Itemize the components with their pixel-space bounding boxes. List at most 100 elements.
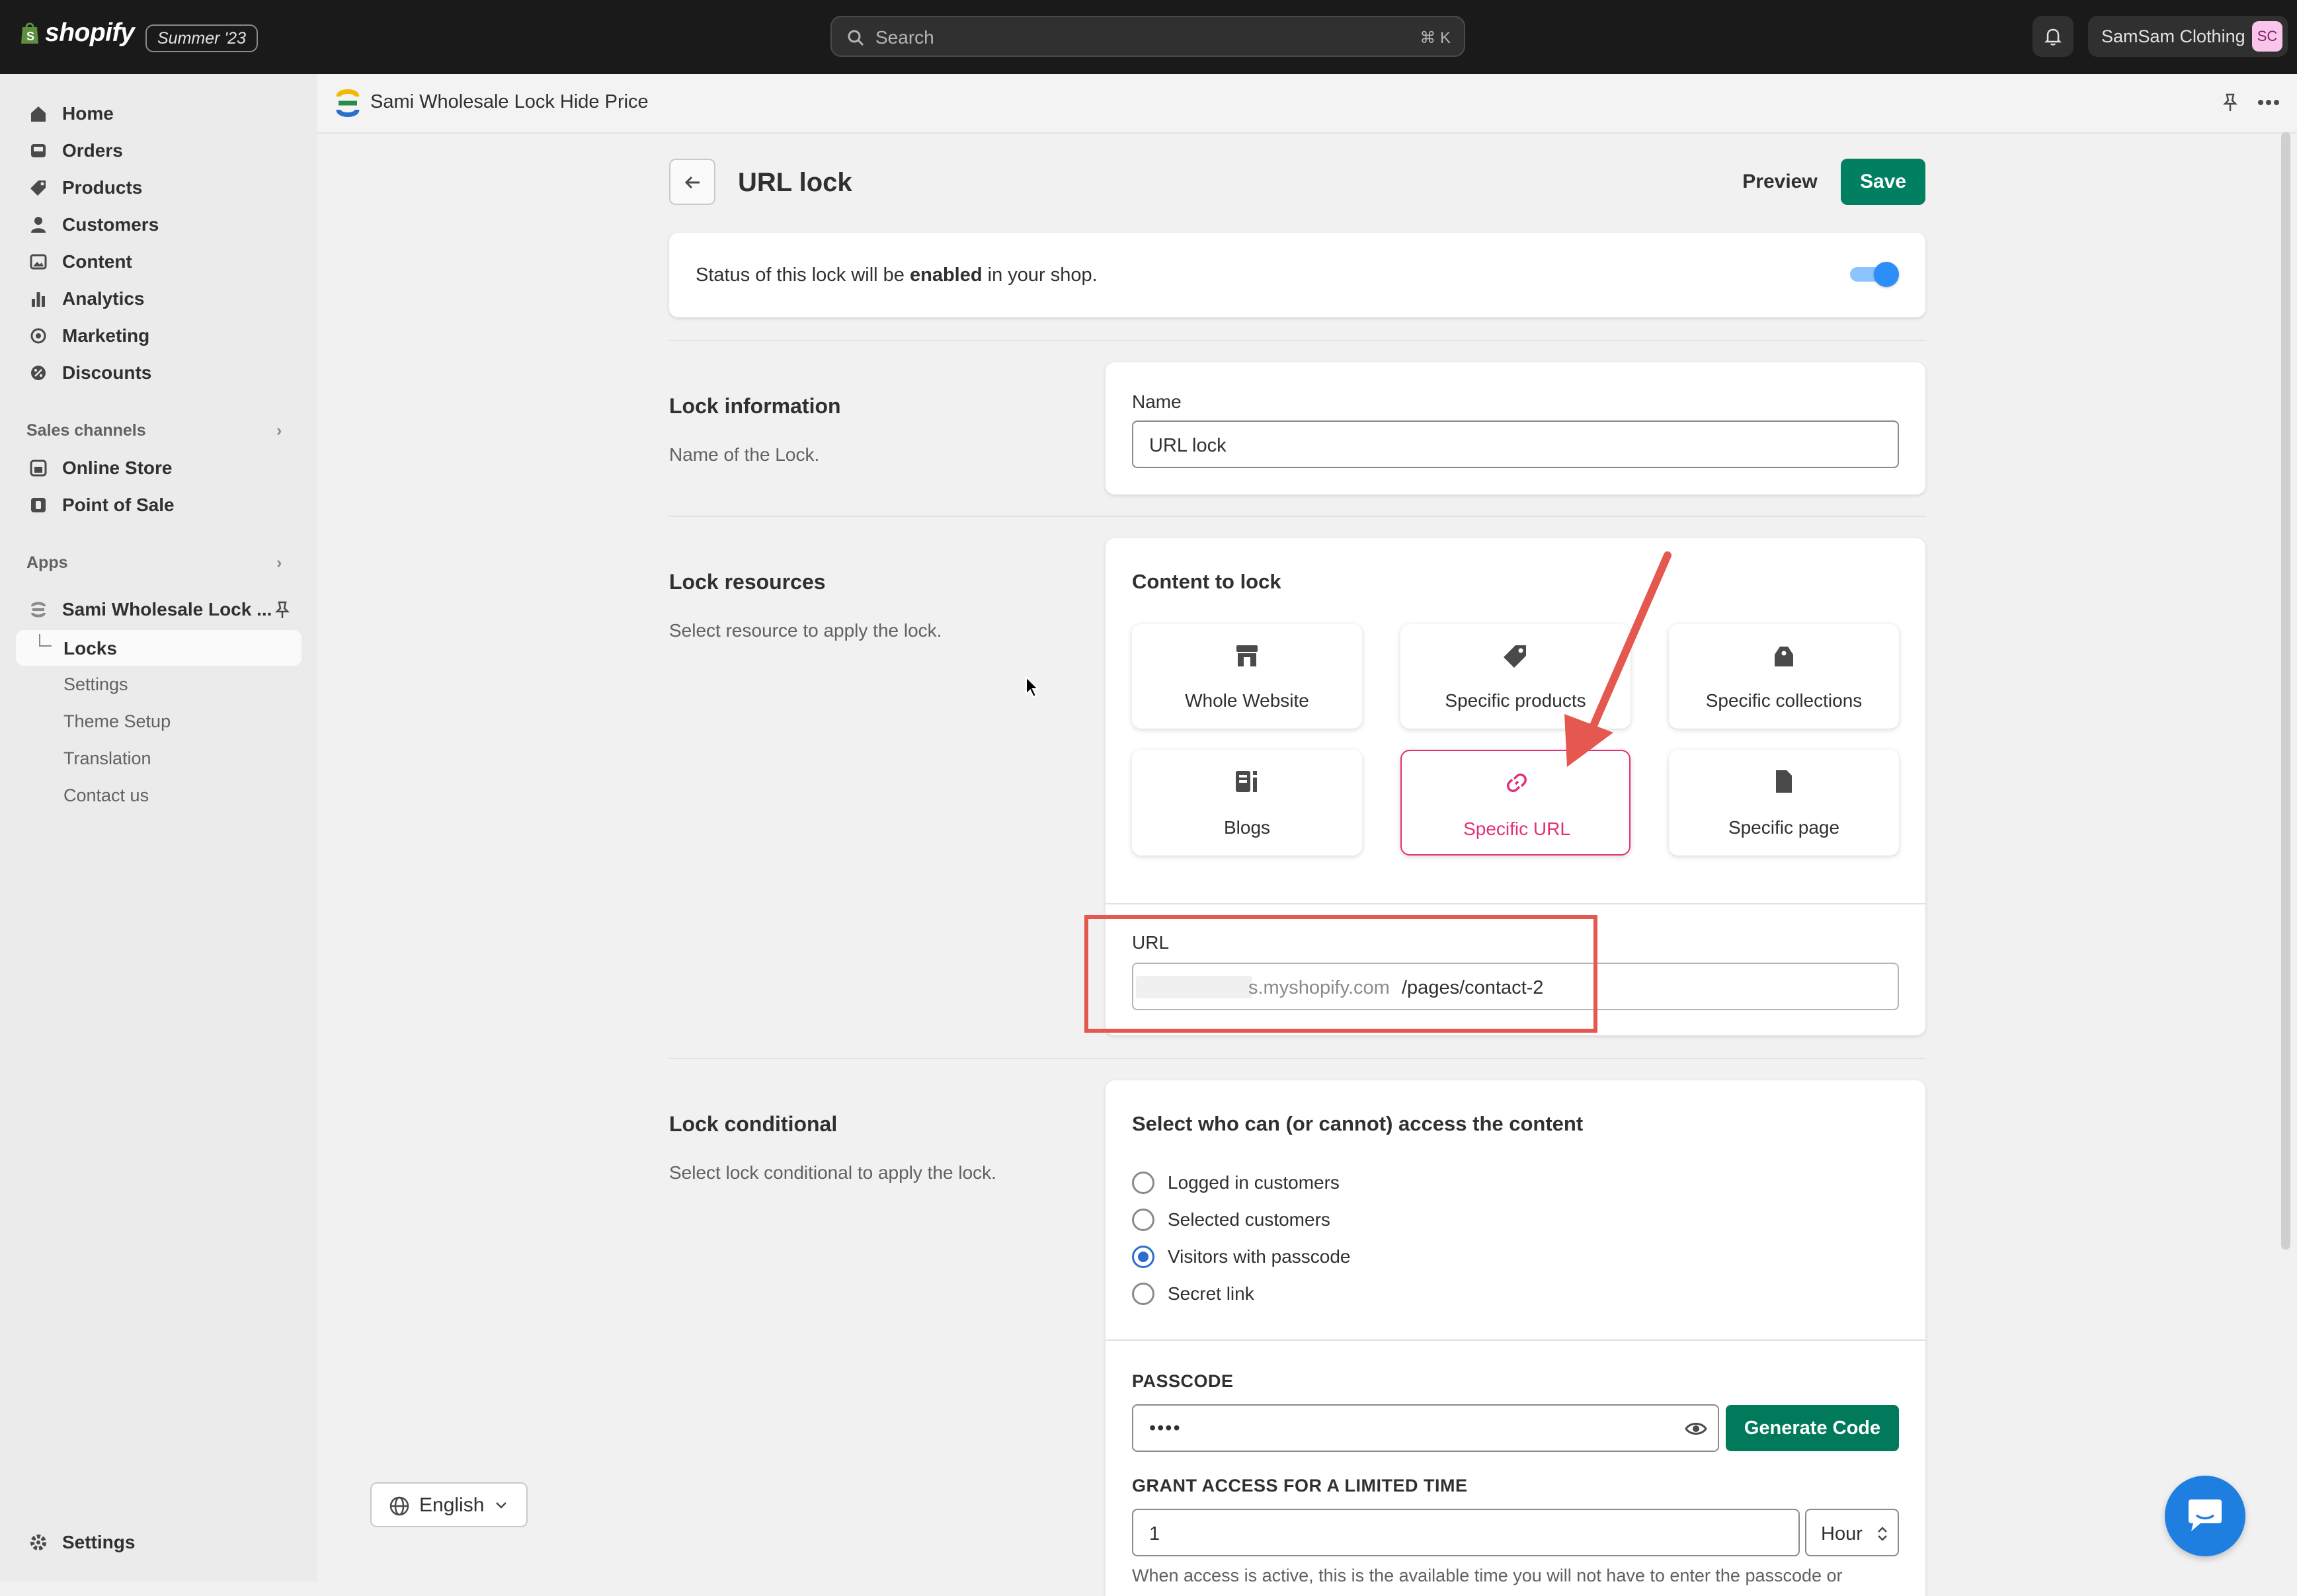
chevron-right-icon: › (276, 553, 282, 572)
divider (669, 1058, 1925, 1059)
passcode-input[interactable]: •••• (1132, 1404, 1719, 1452)
annotation-arrow (1564, 551, 1672, 767)
option-label: Blogs (1223, 817, 1271, 838)
bell-icon (2044, 28, 2062, 46)
sidebar-item-products[interactable]: Products (26, 176, 142, 200)
discount-icon (26, 361, 50, 385)
grant-unit-value: Hour (1821, 1523, 1863, 1544)
target-icon (26, 324, 50, 348)
blog-icon (1236, 771, 1257, 792)
pin-icon[interactable] (274, 600, 291, 620)
option-label: Specific page (1728, 817, 1840, 838)
sidebar-item-label: Marketing (62, 325, 150, 346)
person-icon (26, 213, 50, 237)
save-button[interactable]: Save (1841, 159, 1925, 205)
sidebar-item-theme-setup[interactable]: Theme Setup (63, 711, 171, 732)
sidebar-item-settings-sub[interactable]: Settings (63, 674, 128, 695)
search-placeholder: Search (875, 27, 934, 48)
sidebar-item-online-store[interactable]: Online Store (26, 456, 172, 480)
sidebar-item-customers[interactable]: Customers (26, 213, 159, 237)
sidebar-item-contact-us[interactable]: Contact us (63, 785, 149, 806)
option-blogs[interactable]: Blogs (1132, 750, 1362, 856)
radio-circle (1132, 1283, 1154, 1305)
grant-help-text: When access is active, this is the avail… (1132, 1566, 1843, 1585)
scrollbar[interactable] (2281, 132, 2290, 1250)
shopify-logo[interactable]: S shopify (20, 19, 135, 48)
sidebar-item-label: Online Store (62, 458, 173, 478)
edition-badge[interactable]: Summer '23 (145, 24, 258, 52)
sidebar-item-locks[interactable]: Locks (16, 630, 302, 666)
avatar: SC (2252, 21, 2282, 52)
radio-label: Secret link (1168, 1283, 1254, 1304)
radio-circle-selected (1132, 1246, 1154, 1268)
lock-conditional-description: Select lock conditional to apply the loc… (669, 1162, 996, 1183)
more-options-icon[interactable] (2257, 99, 2280, 106)
sidebar-item-discounts[interactable]: Discounts (26, 361, 151, 385)
chat-button[interactable] (2165, 1476, 2245, 1556)
notifications-button[interactable] (2033, 16, 2074, 57)
section-label: Sales channels (26, 421, 146, 440)
app-header: Sami Wholesale Lock Hide Price (317, 74, 2297, 134)
access-label: Select who can (or cannot) access the co… (1132, 1112, 1584, 1135)
name-input[interactable]: URL lock (1132, 420, 1899, 468)
divider (1106, 903, 1925, 904)
language-value: English (419, 1494, 485, 1516)
status-toggle[interactable] (1850, 262, 1899, 287)
name-label: Name (1132, 391, 1182, 412)
radio-selected-customers[interactable]: Selected customers (1132, 1209, 1330, 1231)
tree-branch-icon (39, 634, 52, 647)
grant-duration-input[interactable]: 1 (1132, 1509, 1800, 1556)
apps-header[interactable]: Apps › (26, 553, 282, 573)
radio-circle (1132, 1209, 1154, 1231)
sidebar-item-label: Content (62, 251, 132, 272)
passcode-label: PASSCODE (1132, 1371, 1234, 1391)
status-text: Status of this lock will be enabled in y… (696, 264, 1098, 286)
mouse-cursor-icon (1026, 676, 1039, 698)
sidebar-item-analytics[interactable]: Analytics (26, 287, 145, 311)
status-card: Status of this lock will be enabled in y… (669, 233, 1925, 317)
store-icon (26, 456, 50, 480)
sidebar-item-app[interactable]: Sami Wholesale Lock ... (26, 598, 272, 621)
app-logo-icon (26, 598, 50, 621)
lock-information-title: Lock information (669, 394, 841, 418)
sidebar-item-marketing[interactable]: Marketing (26, 324, 149, 348)
language-select[interactable]: English (370, 1482, 528, 1527)
status-bold: enabled (909, 264, 983, 286)
option-label: Whole Website (1185, 690, 1309, 711)
grant-unit-select[interactable]: Hour (1805, 1509, 1899, 1556)
option-specific-collections[interactable]: Specific collections (1669, 624, 1899, 729)
sidebar-item-label: Sami Wholesale Lock ... (62, 599, 272, 619)
sidebar-item-label: Analytics (62, 288, 145, 309)
chat-icon (2189, 1499, 2222, 1531)
option-specific-page[interactable]: Specific page (1669, 750, 1899, 856)
content-to-lock-label: Content to lock (1132, 570, 1281, 593)
radio-secret-link[interactable]: Secret link (1132, 1283, 1254, 1305)
sidebar-item-home[interactable]: Home (26, 102, 114, 126)
radio-logged-in-customers[interactable]: Logged in customers (1132, 1172, 1340, 1194)
svg-text:S: S (26, 30, 34, 43)
back-button[interactable] (669, 159, 715, 205)
sidebar-item-label: Products (62, 177, 143, 198)
sidebar-item-translation[interactable]: Translation (63, 748, 151, 769)
option-whole-website[interactable]: Whole Website (1132, 624, 1362, 729)
sidebar-item-orders[interactable]: Orders (26, 139, 123, 163)
radio-visitors-with-passcode[interactable]: Visitors with passcode (1132, 1246, 1351, 1268)
image-icon (26, 250, 50, 274)
app-title: Sami Wholesale Lock Hide Price (370, 91, 649, 112)
store-menu[interactable]: SamSam Clothing SC (2088, 16, 2288, 57)
search-shortcut: ⌘ K (1420, 29, 1451, 47)
sidebar-item-content[interactable]: Content (26, 250, 132, 274)
pin-icon[interactable] (2222, 93, 2239, 114)
sales-channels-header[interactable]: Sales channels › (26, 421, 282, 440)
sidebar-item-point-of-sale[interactable]: Point of Sale (26, 493, 175, 517)
sidebar-item-settings[interactable]: Settings (26, 1531, 135, 1554)
grant-duration-value: 1 (1149, 1523, 1160, 1544)
lock-conditional-title: Lock conditional (669, 1112, 838, 1136)
bar-chart-icon (26, 287, 50, 311)
pos-icon (26, 493, 50, 517)
inbox-icon (26, 139, 50, 163)
search-bar[interactable]: Search ⌘ K (830, 16, 1465, 57)
preview-button[interactable]: Preview (1727, 159, 1833, 205)
generate-code-button[interactable]: Generate Code (1726, 1405, 1899, 1451)
eye-icon[interactable] (1685, 1420, 1707, 1437)
